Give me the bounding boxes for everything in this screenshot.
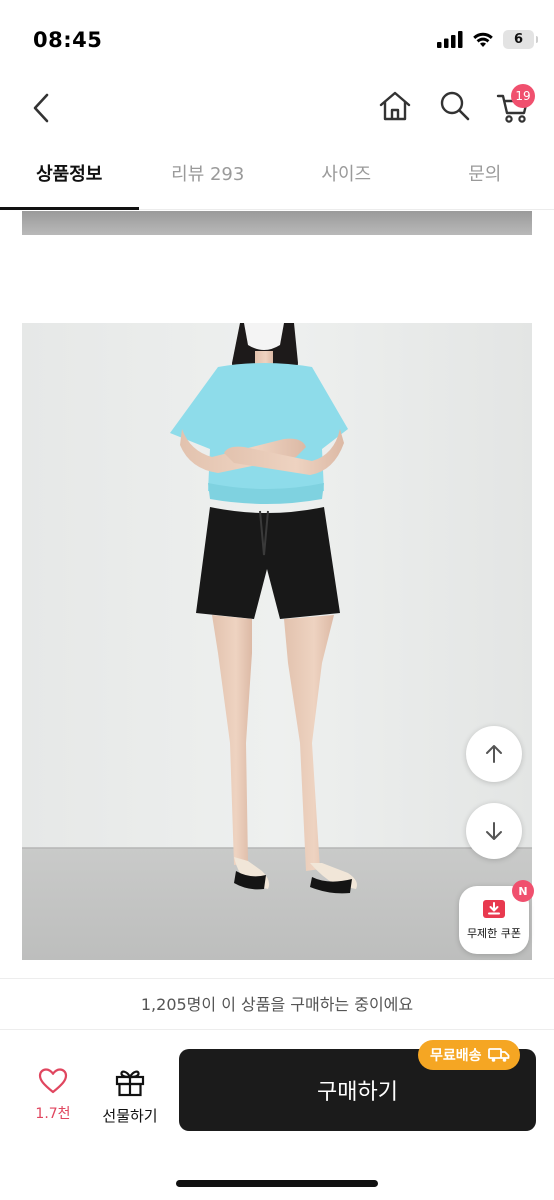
truck-icon [487,1048,509,1062]
cellular-signal-icon [437,31,463,48]
previous-image-edge [22,211,532,235]
search-button[interactable] [438,88,472,124]
battery-indicator: 6 [503,30,538,49]
like-count: 1.7천 [35,1106,71,1122]
model-illustration [22,323,532,960]
status-indicators: 6 [437,30,538,49]
coupon-new-badge: N [512,880,534,902]
top-navigation [0,78,554,138]
back-button[interactable] [26,88,56,128]
tab-size[interactable]: 사이즈 [277,150,416,209]
gift-icon [115,1070,145,1097]
coupon-download-icon [483,900,505,918]
coupon-label: 무제한 쿠폰 [466,927,522,940]
home-button[interactable] [377,88,413,124]
status-time: 08:45 [33,28,103,52]
home-icon [379,91,411,121]
free-shipping-label: 무료배송 [430,1048,482,1064]
product-photo [22,323,532,960]
arrow-down-icon [486,822,502,840]
gift-label: 선물하기 [102,1107,158,1125]
home-indicator[interactable] [176,1180,378,1187]
tab-reviews[interactable]: 리뷰 293 [139,150,278,209]
wifi-icon [473,32,493,47]
tab-product-info[interactable]: 상품정보 [0,150,139,210]
gift-button[interactable]: 선물하기 [96,1067,164,1127]
purchasing-now-notice: 1,205명이 이 상품을 구매하는 중이에요 [0,978,554,1030]
heart-icon [38,1068,68,1094]
free-shipping-badge: 무료배송 [418,1040,520,1070]
status-bar: 08:45 6 [0,0,554,78]
tab-inquiry[interactable]: 문의 [416,150,554,209]
cart-count-badge: 19 [511,84,535,108]
scroll-up-button[interactable] [466,726,522,782]
scroll-down-button[interactable] [466,803,522,859]
product-tabs: 상품정보 리뷰 293 사이즈 문의 [0,150,554,210]
arrow-up-icon [486,745,502,763]
chevron-left-icon [33,93,49,123]
like-button[interactable]: 1.7천 [24,1067,82,1127]
search-icon [440,91,470,121]
